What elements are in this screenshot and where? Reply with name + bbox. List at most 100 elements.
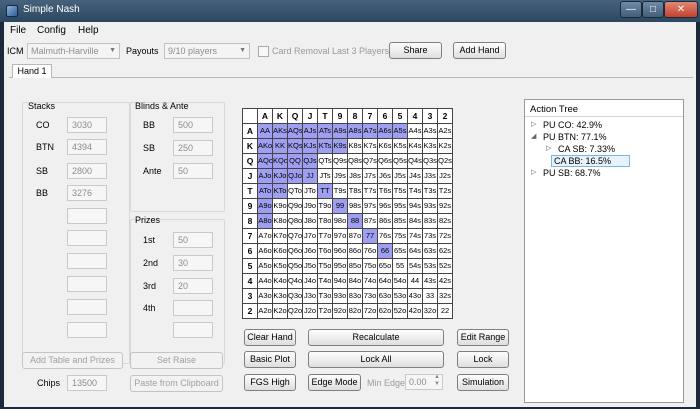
hand-cell[interactable]: 85o xyxy=(348,259,363,274)
hand-cell[interactable]: K5s xyxy=(393,139,408,154)
card-removal-checkbox[interactable] xyxy=(258,46,269,57)
hand-cell[interactable]: 74o xyxy=(363,274,378,289)
basic-plot-button[interactable]: Basic Plot xyxy=(244,351,296,368)
hand-cell[interactable]: K2o xyxy=(273,304,288,319)
prize-input-1st[interactable]: 50 xyxy=(173,232,213,248)
menu-help[interactable]: Help xyxy=(78,25,99,36)
hand-cell[interactable]: Q3o xyxy=(288,289,303,304)
grid-row-header[interactable]: 3 xyxy=(243,289,258,304)
minimize-button[interactable]: — xyxy=(620,1,642,18)
hand-cell[interactable]: J3s xyxy=(423,169,438,184)
hand-cell[interactable]: 32s xyxy=(438,289,453,304)
hand-cell[interactable]: 85s xyxy=(393,214,408,229)
hand-cell[interactable]: 73o xyxy=(363,289,378,304)
lock-all-button[interactable]: Lock All xyxy=(308,351,444,368)
hand-cell[interactable]: K3s xyxy=(423,139,438,154)
grid-row-header[interactable]: 7 xyxy=(243,229,258,244)
hand-cell[interactable]: Q9o xyxy=(288,199,303,214)
hand-cell[interactable]: A5s xyxy=(393,124,408,139)
hand-cell[interactable]: 63s xyxy=(423,244,438,259)
hand-cell[interactable]: 97s xyxy=(363,199,378,214)
hand-cell[interactable]: 98s xyxy=(348,199,363,214)
hand-cell[interactable]: A2o xyxy=(258,304,273,319)
hand-cell[interactable]: 22 xyxy=(438,304,453,319)
hand-cell[interactable]: 53s xyxy=(423,259,438,274)
hand-cell[interactable]: 95o xyxy=(333,259,348,274)
hand-cell[interactable]: KJo xyxy=(273,169,288,184)
hand-cell[interactable]: T2s xyxy=(438,184,453,199)
hand-cell[interactable]: 87o xyxy=(348,229,363,244)
expand-arrow-icon[interactable]: ▷ xyxy=(546,143,551,155)
tree-node[interactable]: ▷ CA SB: 7.33% xyxy=(525,143,683,155)
hand-cell[interactable]: 88 xyxy=(348,214,363,229)
hand-cell[interactable]: 66 xyxy=(378,244,393,259)
ante-input[interactable]: 50 xyxy=(173,163,213,179)
stack-input-bb[interactable]: 3276 xyxy=(67,185,107,201)
hand-cell[interactable]: Q8o xyxy=(288,214,303,229)
grid-row-header[interactable]: T xyxy=(243,184,258,199)
hand-cell[interactable]: QJs xyxy=(303,154,318,169)
hand-cell[interactable]: K4o xyxy=(273,274,288,289)
hand-cell[interactable]: T3o xyxy=(318,289,333,304)
hand-cell[interactable]: 65o xyxy=(378,259,393,274)
grid-row-header[interactable]: A xyxy=(243,124,258,139)
hand-cell[interactable]: KK xyxy=(273,139,288,154)
clear-hand-button[interactable]: Clear Hand xyxy=(244,329,296,346)
hand-cell[interactable]: 92s xyxy=(438,199,453,214)
hand-cell[interactable]: Q7s xyxy=(363,154,378,169)
hand-cell[interactable]: 72s xyxy=(438,229,453,244)
hand-cell[interactable]: 54s xyxy=(408,259,423,274)
hand-cell[interactable]: J3o xyxy=(303,289,318,304)
hand-cell[interactable]: A9o xyxy=(258,199,273,214)
hand-cell[interactable]: K3o xyxy=(273,289,288,304)
hand-cell[interactable]: ATs xyxy=(318,124,333,139)
hand-cell[interactable]: QQ xyxy=(288,154,303,169)
hand-cell[interactable]: K7s xyxy=(363,139,378,154)
tree-node[interactable]: ◢ PU BTN: 77.1% xyxy=(525,131,683,143)
hand-cell[interactable]: 82o xyxy=(348,304,363,319)
hand-cell[interactable]: Q8s xyxy=(348,154,363,169)
hand-cell[interactable]: T5o xyxy=(318,259,333,274)
hand-cell[interactable]: 53o xyxy=(393,289,408,304)
hand-cell[interactable]: 74s xyxy=(408,229,423,244)
hand-cell[interactable]: 84s xyxy=(408,214,423,229)
stack-input-co[interactable]: 3030 xyxy=(67,117,107,133)
hand-cell[interactable]: J9s xyxy=(333,169,348,184)
hand-cell[interactable]: AJs xyxy=(303,124,318,139)
hand-cell[interactable]: 64o xyxy=(378,274,393,289)
grid-row-header[interactable]: J xyxy=(243,169,258,184)
menu-file[interactable]: File xyxy=(10,25,26,36)
hand-cell[interactable]: A7s xyxy=(363,124,378,139)
hand-cell[interactable]: 96o xyxy=(333,244,348,259)
expand-arrow-icon[interactable]: ▷ xyxy=(531,167,536,179)
grid-row-header[interactable]: Q xyxy=(243,154,258,169)
grid-row-header[interactable]: K xyxy=(243,139,258,154)
hand-cell[interactable]: 73s xyxy=(423,229,438,244)
expanded-arrow-icon[interactable]: ◢ xyxy=(531,131,536,143)
hand-cell[interactable]: 83o xyxy=(348,289,363,304)
blind-input-sb[interactable]: 250 xyxy=(173,140,213,156)
hand-cell[interactable]: 93s xyxy=(423,199,438,214)
hand-cell[interactable]: QTo xyxy=(288,184,303,199)
payouts-select[interactable]: 9/10 players ▼ xyxy=(164,43,250,59)
hand-cell[interactable]: J8s xyxy=(348,169,363,184)
hand-cell[interactable]: K7o xyxy=(273,229,288,244)
hand-cell[interactable]: 62s xyxy=(438,244,453,259)
lock-button[interactable]: Lock xyxy=(457,351,509,368)
hand-cell[interactable]: 93o xyxy=(333,289,348,304)
hand-cell[interactable]: J8o xyxy=(303,214,318,229)
action-tree-panel[interactable]: Action Tree ▷ PU CO: 42.9% ◢ PU BTN: 77.1% ▷… xyxy=(524,99,684,403)
hand-cell[interactable]: J2s xyxy=(438,169,453,184)
hand-cell[interactable]: Q5o xyxy=(288,259,303,274)
set-raise-button[interactable]: Set Raise xyxy=(130,352,223,369)
hand-cell[interactable]: A2s xyxy=(438,124,453,139)
hand-cell[interactable]: 77 xyxy=(363,229,378,244)
hand-cell[interactable]: 76o xyxy=(363,244,378,259)
hand-cell[interactable]: 94s xyxy=(408,199,423,214)
hand-cell[interactable]: 82s xyxy=(438,214,453,229)
hand-cell[interactable]: J6s xyxy=(378,169,393,184)
add-table-prizes-button[interactable]: Add Table and Prizes xyxy=(22,352,123,369)
hand-cell[interactable]: 87s xyxy=(363,214,378,229)
hand-cell[interactable]: AQo xyxy=(258,154,273,169)
hand-cell[interactable]: A3s xyxy=(423,124,438,139)
